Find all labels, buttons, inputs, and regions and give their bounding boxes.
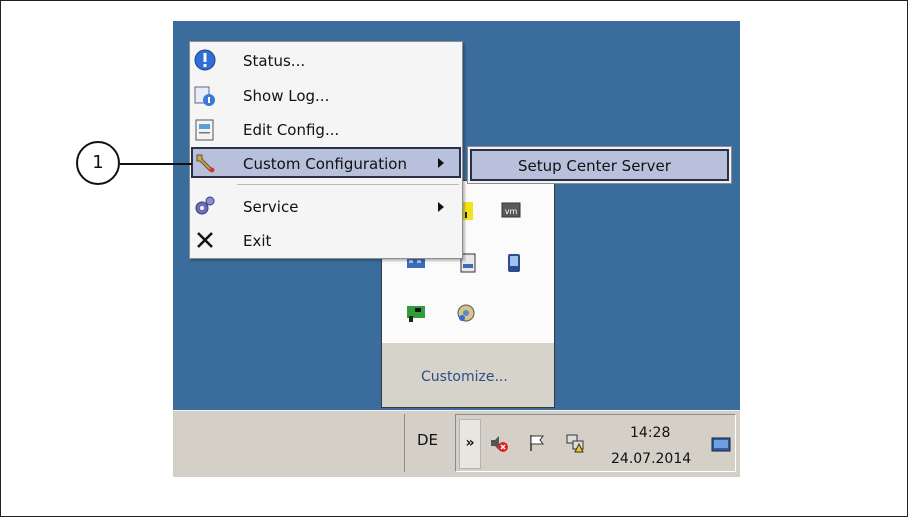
clock-date[interactable]: 24.07.2014 — [611, 451, 691, 467]
close-icon — [197, 232, 213, 248]
svg-text:vm: vm — [505, 207, 518, 216]
config-icon — [195, 119, 214, 141]
menu-item-custom-configuration[interactable]: Custom Configuration — [243, 155, 407, 173]
speaker-muted-icon[interactable] — [489, 433, 509, 453]
menu-separator — [237, 184, 459, 185]
menu-item-service[interactable]: Service — [243, 198, 298, 216]
flag-icon[interactable] — [527, 433, 547, 453]
customize-link[interactable]: Customize... — [421, 369, 508, 385]
vm-icon[interactable]: vm — [500, 200, 522, 222]
submenu-item-setup-center-server[interactable]: Setup Center Server — [518, 157, 671, 175]
show-desktop-icon[interactable] — [711, 435, 731, 455]
submenu-arrow-icon — [438, 202, 444, 212]
callout-leader-line — [120, 163, 192, 165]
cd-icon[interactable] — [455, 302, 477, 324]
menu-item-exit[interactable]: Exit — [243, 232, 271, 250]
show-hidden-icons-button[interactable]: » — [459, 419, 481, 469]
log-icon — [194, 86, 215, 106]
menu-item-edit-config[interactable]: Edit Config... — [243, 121, 339, 139]
language-indicator[interactable]: DE — [417, 431, 438, 449]
info-icon — [194, 49, 216, 71]
menu-item-status[interactable]: Status... — [243, 52, 305, 70]
menu-item-show-log[interactable]: Show Log... — [243, 87, 329, 105]
taskbar-separator — [404, 414, 405, 472]
pda-icon[interactable] — [503, 252, 525, 274]
gears-icon — [195, 196, 215, 215]
callout-marker: 1 — [76, 141, 120, 185]
network-card-icon[interactable] — [405, 302, 427, 324]
clock-time[interactable]: 14:28 — [630, 425, 670, 441]
wrench-icon — [196, 154, 215, 173]
network-warning-icon[interactable] — [565, 433, 585, 453]
submenu-arrow-icon — [438, 158, 444, 168]
